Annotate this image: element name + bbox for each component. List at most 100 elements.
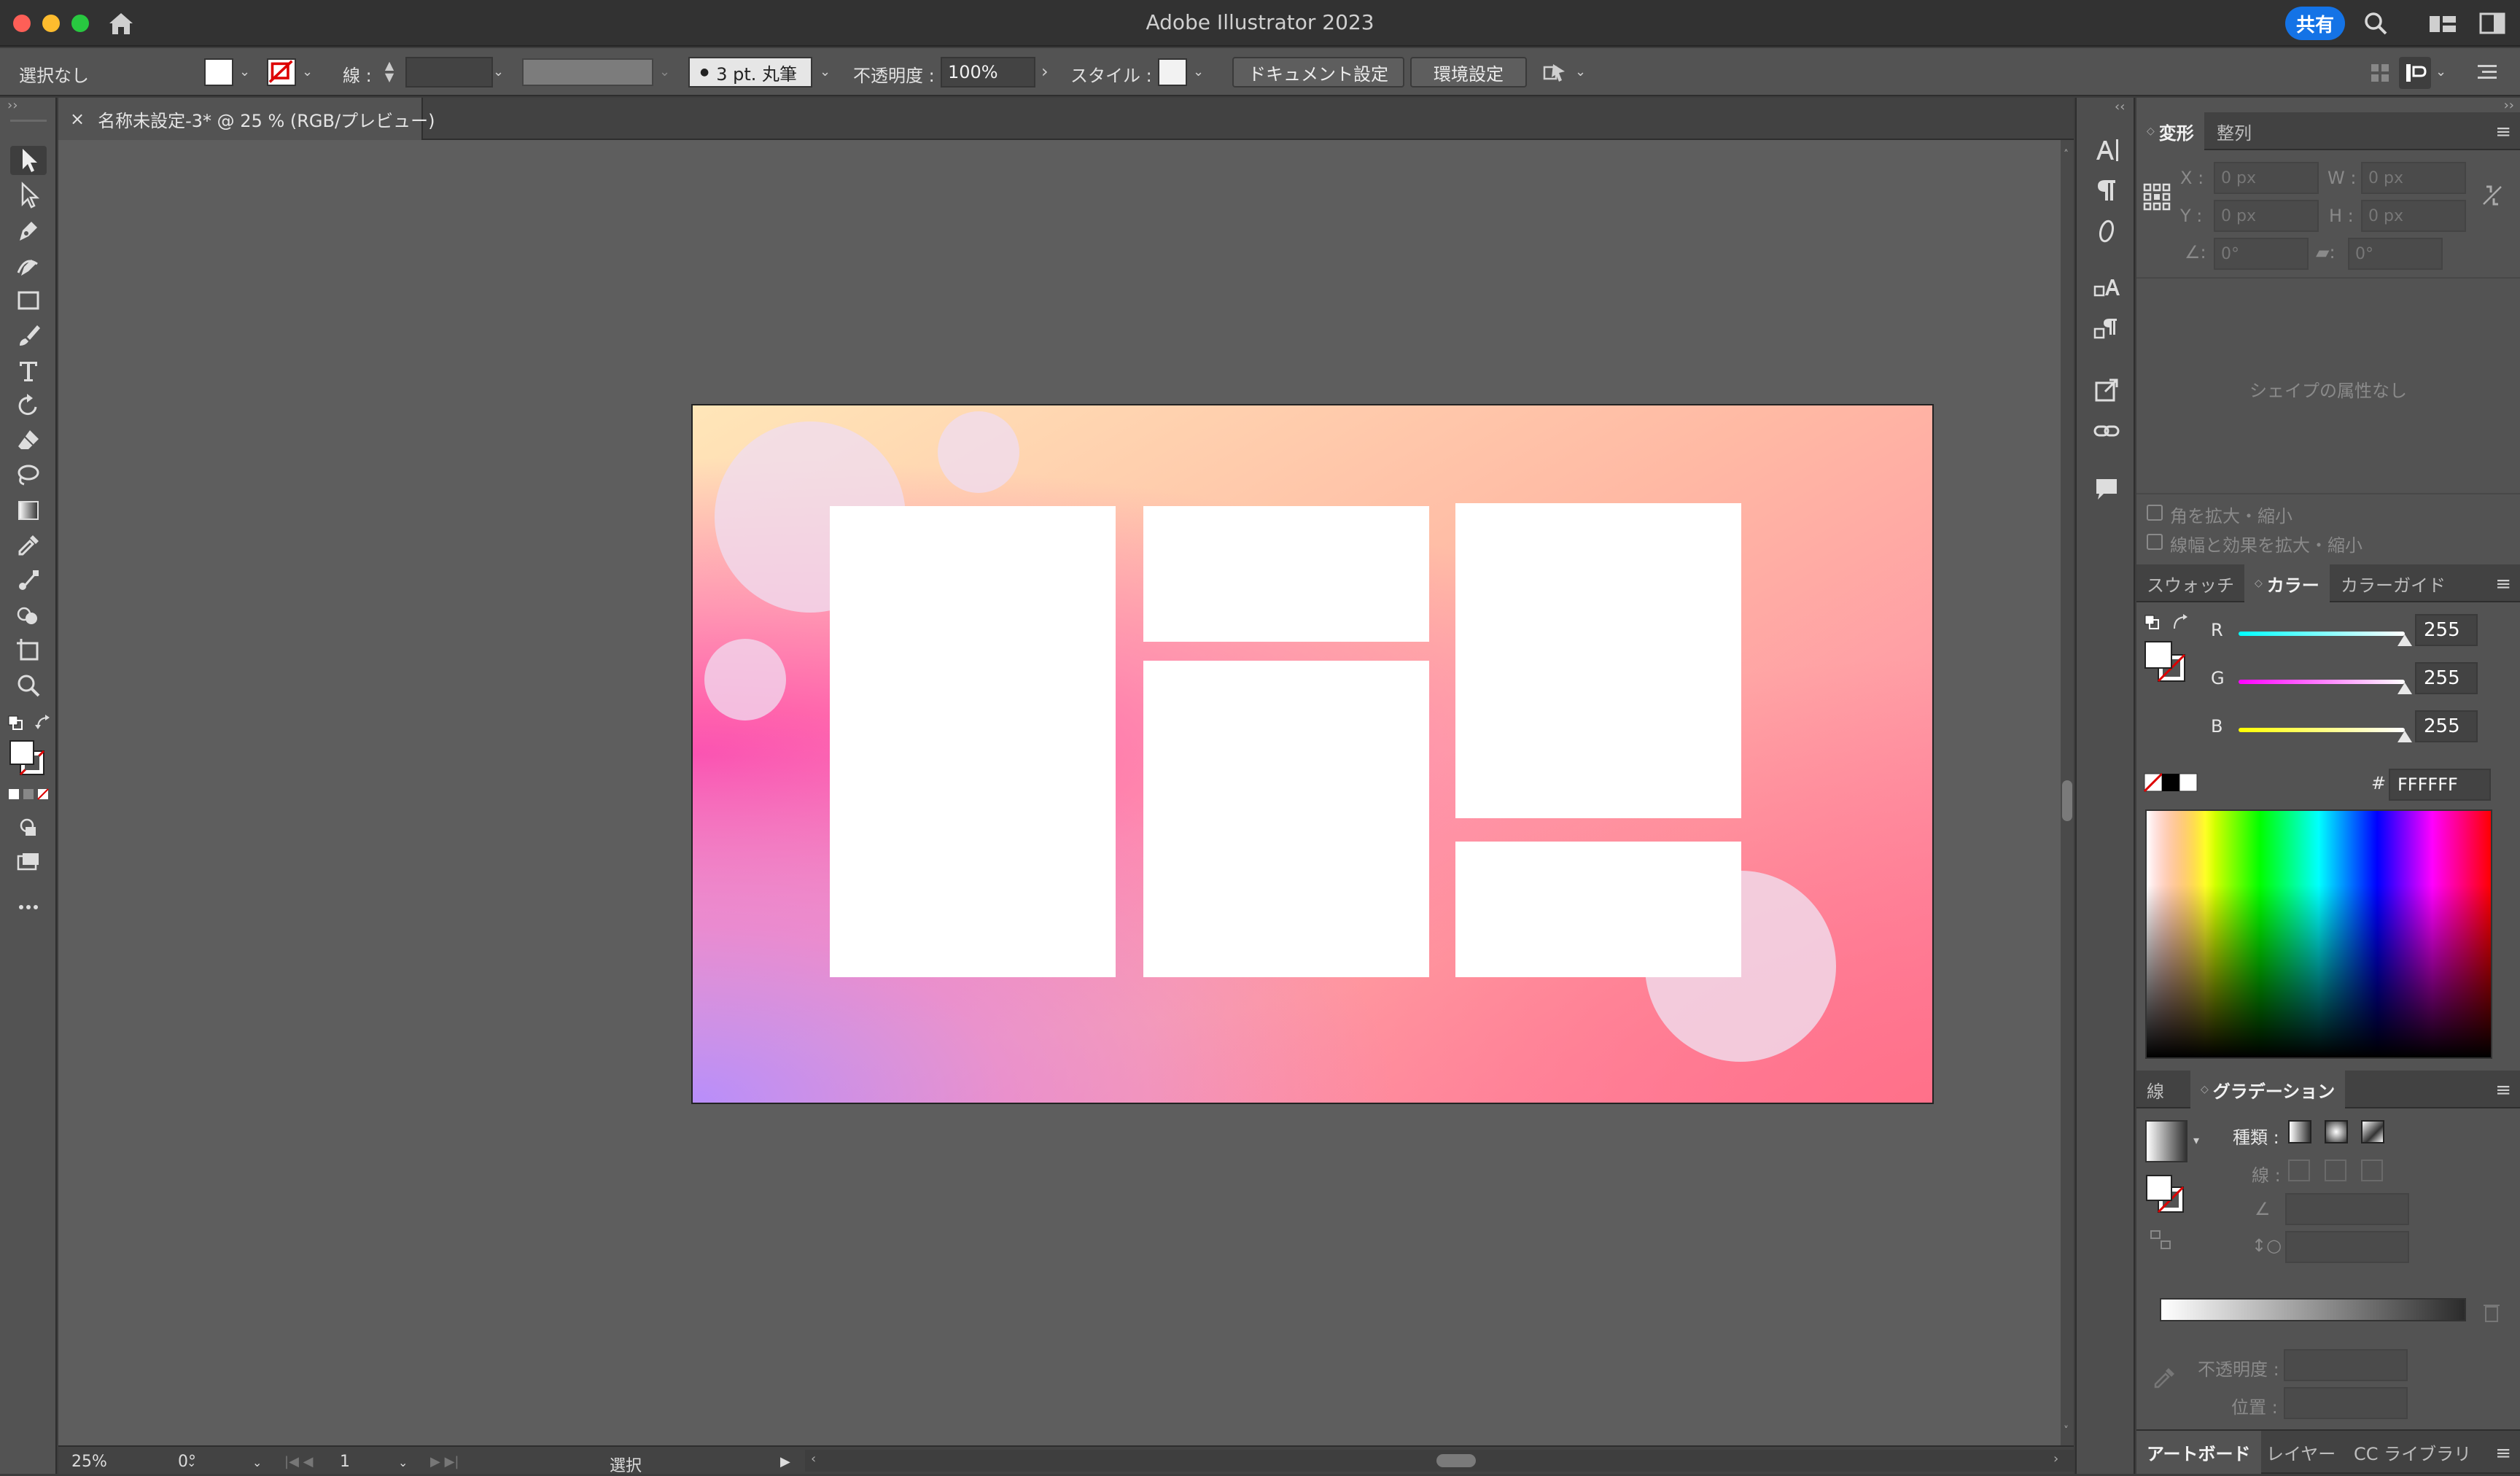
reverse-gradient-icon[interactable] bbox=[2150, 1230, 2171, 1251]
chevron-down-icon[interactable]: ⌄ bbox=[659, 64, 670, 79]
chevron-down-icon[interactable]: ⌄ bbox=[398, 1456, 408, 1469]
opentype-panel-icon[interactable] bbox=[2088, 214, 2125, 248]
quick-color-swatches[interactable] bbox=[2143, 772, 2199, 793]
drawing-mode-icon[interactable] bbox=[10, 812, 47, 842]
eraser-tool-icon[interactable] bbox=[10, 426, 47, 455]
curvature-tool-icon[interactable] bbox=[10, 251, 47, 280]
collapse-panels-icon[interactable]: ›› bbox=[2504, 98, 2514, 113]
chevron-down-icon[interactable]: ⌄ bbox=[252, 1456, 262, 1469]
collapse-toolbar-icon[interactable]: ›› bbox=[7, 98, 18, 113]
hex-field[interactable]: FFFFFF bbox=[2389, 769, 2491, 801]
tab-gradient[interactable]: ◇ グラデーション bbox=[2190, 1071, 2346, 1108]
default-colors-icon[interactable] bbox=[2144, 614, 2161, 632]
variable-width-profile[interactable] bbox=[522, 58, 653, 86]
type-tool-icon[interactable] bbox=[10, 356, 47, 385]
scale-corners-checkbox[interactable] bbox=[2147, 505, 2163, 521]
w-field[interactable]: 0 px bbox=[2361, 162, 2466, 194]
character-panel-icon[interactable] bbox=[2088, 133, 2125, 166]
scale-strokes-checkbox[interactable] bbox=[2147, 534, 2163, 550]
shear-field[interactable]: 0° bbox=[2348, 238, 2443, 270]
shape-builder-tool-icon[interactable] bbox=[10, 601, 47, 630]
bottom-panel-menu-icon[interactable]: ≡ bbox=[2495, 1442, 2511, 1464]
chevron-down-icon[interactable]: ⌄ bbox=[493, 64, 504, 79]
comments-panel-icon[interactable] bbox=[2088, 471, 2125, 505]
g-value-field[interactable]: 255 bbox=[2415, 662, 2478, 694]
chevron-down-icon[interactable]: ⌄ bbox=[820, 64, 831, 79]
g-slider-thumb[interactable] bbox=[2398, 683, 2412, 694]
y-field[interactable]: 0 px bbox=[2214, 200, 2319, 232]
reference-point-icon[interactable] bbox=[2142, 182, 2171, 211]
default-fill-stroke-icon[interactable] bbox=[7, 715, 23, 731]
horizontal-scrollbar[interactable]: ‹ › bbox=[805, 1450, 2074, 1472]
stroke-stepper[interactable]: ▲ ▼ bbox=[381, 60, 398, 86]
chevron-down-icon[interactable]: ⌄ bbox=[1193, 64, 1204, 79]
gradient-tool-icon[interactable] bbox=[10, 496, 47, 525]
photo-frame-1[interactable] bbox=[830, 506, 1116, 977]
photo-frame-4[interactable] bbox=[1455, 503, 1741, 818]
tab-color-guide[interactable]: カラーガイド bbox=[2330, 564, 2456, 602]
color-fill-stroke-indicator[interactable] bbox=[2144, 640, 2188, 684]
vertical-scrollbar[interactable]: ˄ ˅ bbox=[2061, 140, 2074, 1445]
zoom-level[interactable]: 25% bbox=[71, 1453, 107, 1471]
canvas-area[interactable] bbox=[58, 140, 2061, 1445]
share-button[interactable]: 共有 bbox=[2285, 7, 2345, 40]
chevron-down-icon[interactable]: ▾ bbox=[2193, 1133, 2199, 1147]
b-slider-thumb[interactable] bbox=[2398, 731, 2412, 742]
stroke-swatch[interactable] bbox=[267, 58, 296, 86]
constrain-proportions-icon[interactable] bbox=[2479, 182, 2505, 209]
align-icon[interactable] bbox=[2370, 63, 2390, 83]
horizontal-scroll-thumb[interactable] bbox=[1436, 1454, 1476, 1467]
photo-frame-3[interactable] bbox=[1143, 661, 1429, 977]
color-spectrum[interactable] bbox=[2145, 809, 2492, 1059]
g-slider[interactable] bbox=[2239, 680, 2412, 694]
r-slider[interactable] bbox=[2239, 632, 2412, 646]
stroke-gradient-along-button[interactable] bbox=[2325, 1160, 2346, 1181]
graphic-style-swatch[interactable] bbox=[1158, 58, 1187, 86]
freeform-gradient-button[interactable] bbox=[2361, 1120, 2384, 1143]
scroll-left-icon[interactable]: ‹ bbox=[811, 1451, 816, 1467]
tab-layers[interactable]: レイヤー bbox=[2256, 1431, 2346, 1474]
paintbrush-tool-icon[interactable] bbox=[10, 321, 47, 350]
b-slider[interactable] bbox=[2239, 728, 2412, 742]
gradient-eyedropper-icon[interactable] bbox=[2151, 1365, 2177, 1391]
swap-colors-icon[interactable] bbox=[2171, 614, 2189, 632]
chevron-down-icon[interactable]: ⌄ bbox=[302, 64, 313, 79]
zoom-tool-icon[interactable] bbox=[10, 671, 47, 700]
stroke-gradient-across-button[interactable] bbox=[2361, 1160, 2383, 1181]
color-panel-menu-icon[interactable]: ≡ bbox=[2495, 573, 2511, 595]
scroll-right-icon[interactable]: › bbox=[2053, 1451, 2058, 1467]
linear-gradient-button[interactable] bbox=[2288, 1120, 2311, 1143]
radial-gradient-button[interactable] bbox=[2325, 1120, 2348, 1143]
status-mode[interactable]: 選択 bbox=[610, 1453, 642, 1476]
chevron-down-icon[interactable]: ⌄ bbox=[239, 64, 250, 79]
tab-color[interactable]: ◇ カラー bbox=[2244, 564, 2330, 602]
gradient-fill-stroke-indicator[interactable] bbox=[2145, 1174, 2186, 1215]
tab-transform[interactable]: ◇ 変形 bbox=[2136, 112, 2204, 150]
eyedropper-tool-icon[interactable] bbox=[10, 531, 47, 560]
toolbar-grip[interactable] bbox=[10, 120, 47, 122]
gradient-panel-menu-icon[interactable]: ≡ bbox=[2495, 1079, 2511, 1101]
r-value-field[interactable]: 255 bbox=[2415, 614, 2478, 646]
vertical-scroll-thumb[interactable] bbox=[2062, 780, 2072, 821]
artboard-tool-icon[interactable] bbox=[10, 636, 47, 665]
tab-cc-libraries[interactable]: CC ライブラリ bbox=[2344, 1431, 2481, 1474]
selection-tool-icon[interactable] bbox=[10, 146, 47, 175]
tab-align[interactable]: 整列 bbox=[2206, 112, 2262, 150]
last-artboard-icon[interactable]: ▶ ▶| bbox=[430, 1454, 459, 1469]
export-for-screens-icon[interactable] bbox=[2088, 373, 2125, 407]
h-field[interactable]: 0 px bbox=[2361, 200, 2466, 232]
gradient-position-field[interactable] bbox=[2284, 1387, 2408, 1419]
b-value-field[interactable]: 255 bbox=[2415, 710, 2478, 742]
aspect-ratio-field[interactable] bbox=[2285, 1231, 2409, 1263]
gradient-angle-field[interactable] bbox=[2285, 1193, 2409, 1225]
links-panel-icon[interactable] bbox=[2088, 414, 2125, 448]
pen-tool-icon[interactable] bbox=[10, 216, 47, 245]
search-icon[interactable] bbox=[2362, 10, 2389, 36]
chevron-down-icon[interactable]: ⌄ bbox=[1575, 64, 1586, 79]
close-tab-icon[interactable]: × bbox=[70, 109, 85, 129]
more-tools-icon[interactable] bbox=[10, 893, 47, 922]
direct-selection-tool-icon[interactable] bbox=[10, 181, 47, 210]
workspace-icon[interactable] bbox=[2479, 12, 2505, 35]
status-menu-icon[interactable]: ▶ bbox=[780, 1454, 790, 1469]
delete-stop-icon[interactable] bbox=[2482, 1301, 2501, 1323]
